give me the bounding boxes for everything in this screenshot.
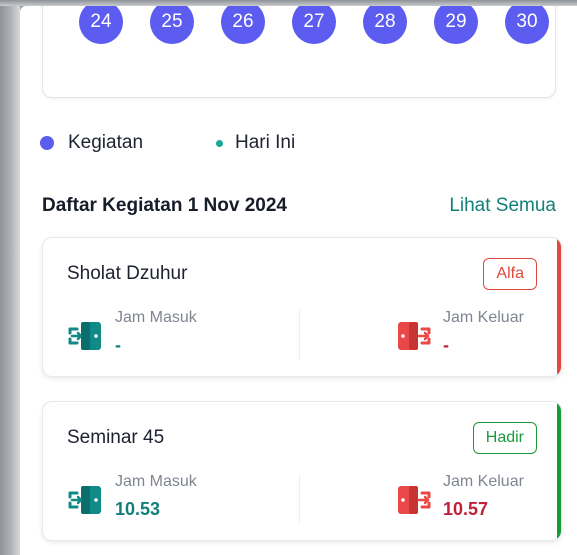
check-in-info: Jam Masuk - <box>67 308 197 357</box>
check-out-info: Jam Keluar 10.57 <box>395 472 524 521</box>
door-enter-icon <box>68 322 101 350</box>
status-badge: Hadir <box>472 422 537 454</box>
check-in-label: Jam Masuk <box>115 473 197 490</box>
activity-dot-icon <box>40 136 54 150</box>
activity-card[interactable]: Seminar 45 Hadir Jam Masuk 10.53 Jam Kel… <box>42 401 562 541</box>
card-divider <box>299 310 300 360</box>
app-screen: 24 25 26 27 28 29 30 Kegiatan Hari Ini D… <box>20 6 577 555</box>
activity-name: Seminar 45 <box>67 427 165 448</box>
check-out-label: Jam Keluar <box>443 473 524 490</box>
calendar-day-25[interactable]: 25 <box>150 6 194 44</box>
calendar-day-27[interactable]: 27 <box>292 6 336 44</box>
activity-name: Sholat Dzuhur <box>67 263 188 284</box>
door-enter-icon <box>68 486 101 514</box>
calendar-day-29[interactable]: 29 <box>434 6 478 44</box>
legend-activity-label: Kegiatan <box>68 132 144 153</box>
door-exit-icon <box>398 486 431 514</box>
calendar-day-28[interactable]: 28 <box>363 6 407 44</box>
photo-border-left <box>0 0 20 555</box>
check-in-info: Jam Masuk 10.53 <box>67 472 197 521</box>
check-in-value: 10.53 <box>115 499 161 519</box>
legend-today-label: Hari Ini <box>235 132 296 153</box>
status-accent-bar <box>557 402 561 540</box>
today-dot-icon <box>216 139 224 147</box>
check-in-label: Jam Masuk <box>115 309 197 326</box>
card-divider <box>299 474 300 524</box>
calendar-day-30[interactable]: 30 <box>505 6 549 44</box>
door-exit-icon <box>398 322 431 350</box>
see-all-link[interactable]: Lihat Semua <box>449 195 556 217</box>
calendar-day-26[interactable]: 26 <box>221 6 265 44</box>
calendar-card: 24 25 26 27 28 29 30 <box>42 6 556 98</box>
calendar-legend: Kegiatan Hari Ini <box>40 132 295 154</box>
activity-card[interactable]: Sholat Dzuhur Alfa Jam Masuk - Jam Kelua… <box>42 237 562 377</box>
check-out-label: Jam Keluar <box>443 309 524 326</box>
calendar-week-row: 24 25 26 27 28 29 30 <box>79 6 576 44</box>
status-badge: Alfa <box>483 258 537 290</box>
check-in-value: - <box>115 335 121 355</box>
check-out-value: - <box>443 335 449 355</box>
check-out-info: Jam Keluar - <box>395 308 524 357</box>
status-accent-bar <box>557 238 561 376</box>
calendar-day-24[interactable]: 24 <box>79 6 123 44</box>
check-out-value: 10.57 <box>443 499 489 519</box>
activities-section-title: Daftar Kegiatan 1 Nov 2024 <box>42 195 287 216</box>
